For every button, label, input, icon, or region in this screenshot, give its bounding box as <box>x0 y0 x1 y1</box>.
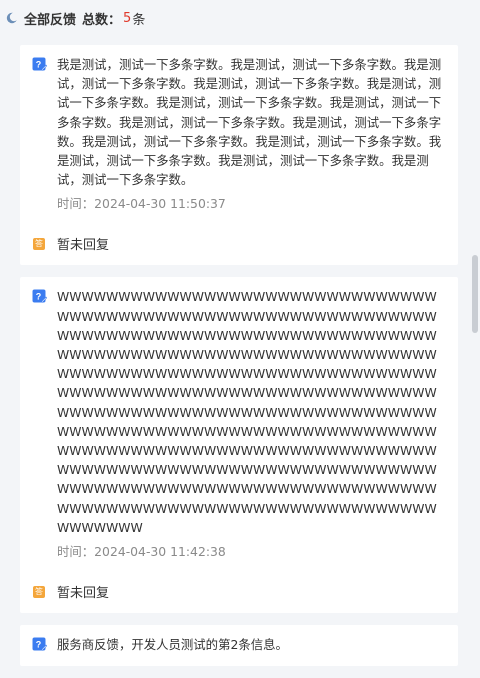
feedback-message: 服务商反馈，开发人员测试的第2条信息。 <box>57 637 288 653</box>
feedback-card: ? WWWWWWWWWWWWWWWWWWWWWWWWWWWWWWWWWWWWWW… <box>20 277 458 614</box>
reply-row: 答 暂未回复 <box>33 582 448 601</box>
feedback-question-icon: ? <box>32 57 47 71</box>
page-header: 全部反馈 总数： 5 条 <box>0 0 480 36</box>
reply-status: 暂未回复 <box>57 238 110 254</box>
page-title: 全部反馈 <box>24 12 77 28</box>
feedback-message: WWWWWWWWWWWWWWWWWWWWWWWWWWWWWWWWWWWWWWWW… <box>57 289 437 535</box>
reply-answer-icon: 答 <box>33 585 45 598</box>
svg-text:?: ? <box>36 292 42 302</box>
scrollbar-thumb[interactable] <box>472 255 478 333</box>
svg-text:?: ? <box>36 60 42 70</box>
reply-row: 答 暂未回复 <box>33 234 448 253</box>
feedback-time: 时间：2024-04-30 11:50:37 <box>57 196 226 212</box>
svg-text:?: ? <box>36 640 42 650</box>
moon-logo-icon <box>6 12 18 24</box>
feedback-question-icon: ? <box>32 637 47 651</box>
feedback-question-icon: ? <box>32 289 47 304</box>
feedback-message: 我是测试，测试一下多条字数。我是测试，测试一下多条字数。我是测试，测试一下多条字… <box>57 57 442 188</box>
feedback-card: ? 我是测试，测试一下多条字数。我是测试，测试一下多条字数。我是测试，测试一下多… <box>20 45 458 266</box>
scrollbar-track[interactable] <box>470 40 480 643</box>
total-count-value: 5 <box>123 10 132 26</box>
reply-answer-icon: 答 <box>33 237 45 250</box>
reply-status: 暂未回复 <box>57 586 110 602</box>
feedback-time: 时间：2024-04-30 11:42:38 <box>57 544 226 560</box>
feedback-list: ? 我是测试，测试一下多条字数。我是测试，测试一下多条字数。我是测试，测试一下多… <box>20 45 458 678</box>
total-count-unit: 条 <box>132 12 146 28</box>
total-count-label: 总数： <box>82 12 122 28</box>
feedback-card: ? 服务商反馈，开发人员测试的第2条信息。 <box>20 625 458 667</box>
